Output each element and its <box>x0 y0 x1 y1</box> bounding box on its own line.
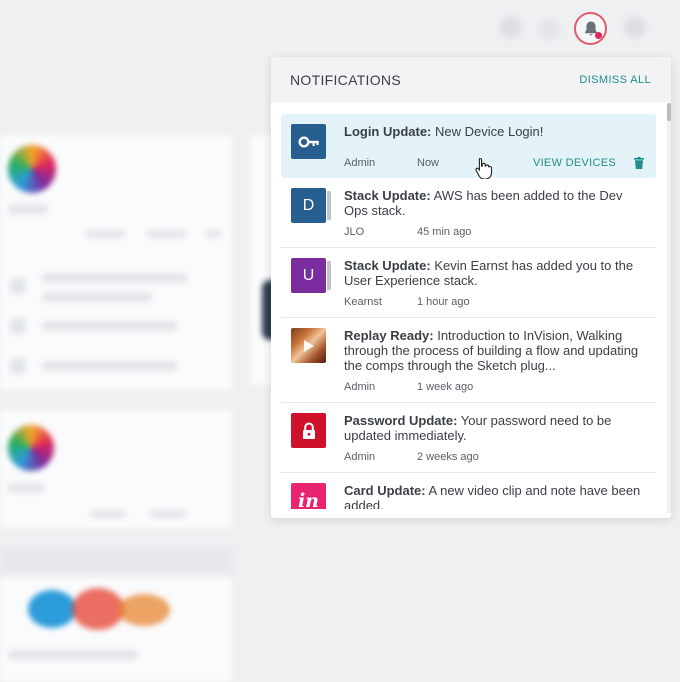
password-avatar <box>291 413 326 448</box>
key-icon <box>297 135 319 148</box>
notification-time: 45 min ago <box>417 226 472 238</box>
notification-item[interactable]: in Card Update: A new video clip and not… <box>281 473 656 509</box>
notification-message: Stack Update: Kevin Earnst has added you… <box>344 258 634 288</box>
lock-icon <box>302 422 315 439</box>
notification-item[interactable]: Password Update: Your password need to b… <box>281 403 656 473</box>
hand-cursor-icon <box>475 157 493 179</box>
scrollbar-track[interactable] <box>667 103 671 513</box>
video-thumbnail-icon <box>291 328 326 363</box>
notification-message: Login Update: New Device Login! <box>344 124 544 139</box>
trash-icon[interactable] <box>634 157 644 169</box>
login-avatar <box>291 124 326 159</box>
dismiss-all-button[interactable]: DISMISS ALL <box>579 74 651 86</box>
bg-avatar <box>8 145 56 193</box>
invision-logo-icon: in <box>291 483 326 509</box>
notification-author: Kearnst <box>344 296 382 308</box>
bg-card <box>250 135 272 385</box>
notification-item[interactable]: D Stack Update: AWS has been added to th… <box>281 178 656 248</box>
notification-time: 1 week ago <box>417 381 474 393</box>
notification-time: 2 weeks ago <box>417 451 479 463</box>
notifications-bell-button[interactable] <box>574 12 607 45</box>
notification-message: Replay Ready: Introduction to InVision, … <box>344 328 639 373</box>
stack-avatar-u: U <box>291 258 331 293</box>
phone-icon <box>538 18 560 40</box>
notification-item[interactable]: Replay Ready: Introduction to InVision, … <box>281 318 656 403</box>
play-icon <box>303 339 314 352</box>
stack-avatar-d: D <box>291 188 331 223</box>
notification-item[interactable]: U Stack Update: Kevin Earnst has added y… <box>281 248 656 318</box>
notification-list[interactable]: Login Update: New Device Login! Admin No… <box>281 114 656 509</box>
apps-icon <box>500 16 522 38</box>
notification-time: 1 hour ago <box>417 296 470 308</box>
notification-message: Card Update: A new video clip and note h… <box>344 483 641 509</box>
unread-dot <box>595 32 602 39</box>
notification-author: Admin <box>344 381 376 393</box>
notification-author: Admin <box>344 157 376 169</box>
panel-title: NOTIFICATIONS <box>290 71 401 88</box>
view-devices-link[interactable]: VIEW DEVICES <box>533 157 616 169</box>
notifications-panel: NOTIFICATIONS DISMISS ALL Login Update: … <box>271 57 671 518</box>
panel-header: NOTIFICATIONS DISMISS ALL <box>271 57 671 102</box>
notification-message: Stack Update: AWS has been added to the … <box>344 188 623 218</box>
notification-item[interactable]: Login Update: New Device Login! Admin No… <box>281 114 656 179</box>
scrollbar-thumb[interactable] <box>667 103 671 121</box>
notification-message: Password Update: Your password need to b… <box>344 413 612 443</box>
bg-avatar <box>8 425 54 471</box>
profile-icon <box>624 16 646 38</box>
notification-author: JLO <box>344 226 365 238</box>
notification-author: Admin <box>344 451 376 463</box>
